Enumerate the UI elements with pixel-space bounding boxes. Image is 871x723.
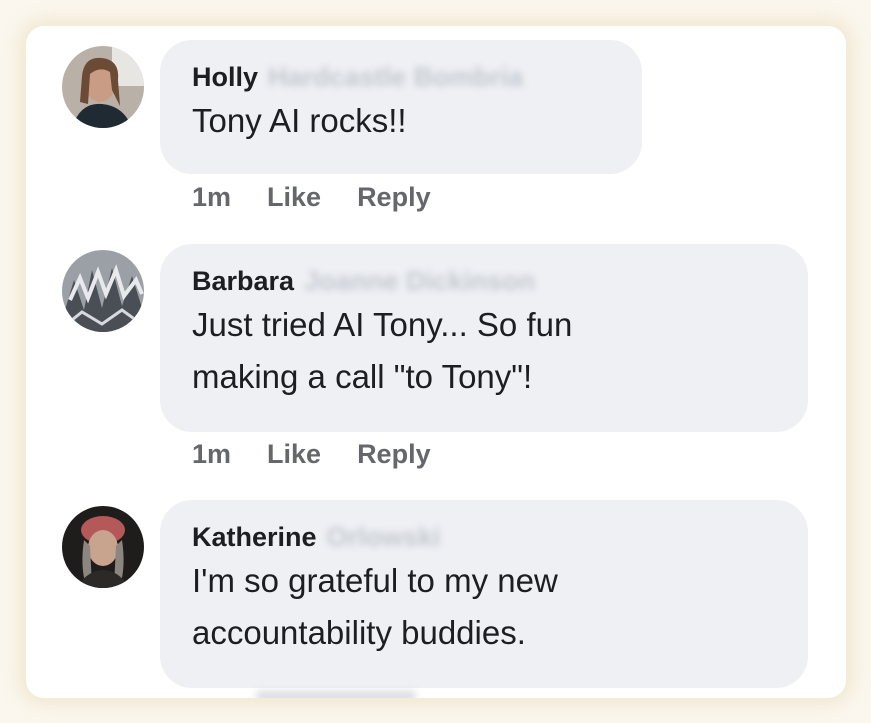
author-last-name-blurred: Orlowski [326,522,441,552]
avatar[interactable] [62,506,144,588]
user-photo-icon [62,250,144,332]
comment-timestamp[interactable]: 1m [192,439,231,470]
comment-author[interactable]: Katherine Orlowski [192,522,776,553]
comments-card: Holly Hardcastle Bombria Tony AI rocks!!… [26,26,846,698]
comment-text-line: I'm so grateful to my new [192,562,558,599]
comment-text-line: making a call "to Tony"! [192,358,533,395]
avatar[interactable] [62,250,144,332]
comment-text: Tony AI rocks!! [192,95,610,147]
like-button[interactable]: Like [267,182,321,213]
cut-off-content [256,691,416,698]
author-last-name-blurred: Hardcastle Bombria [268,62,524,92]
comment-timestamp[interactable]: 1m [192,182,231,213]
comment-text-line: Just tried AI Tony... So fun [192,306,573,343]
comment-author[interactable]: Barbara Joanne Dickinson [192,266,776,297]
author-first-name[interactable]: Holly [192,62,258,93]
comment-author[interactable]: Holly Hardcastle Bombria [192,62,610,93]
author-last-name-blurred: Joanne Dickinson [304,266,536,296]
comment-actions: 1m Like Reply [192,439,431,470]
reply-button[interactable]: Reply [357,182,431,213]
avatar[interactable] [62,46,144,128]
comment-bubble: Holly Hardcastle Bombria Tony AI rocks!! [160,40,642,174]
author-first-name[interactable]: Katherine [192,522,317,553]
author-first-name[interactable]: Barbara [192,266,294,297]
comment-text: Just tried AI Tony... So fun making a ca… [192,299,776,403]
reply-button[interactable]: Reply [357,439,431,470]
comment-text-line: accountability buddies. [192,614,526,651]
comment-actions: 1m Like Reply [192,182,431,213]
like-button[interactable]: Like [267,439,321,470]
user-photo-icon [62,506,144,588]
user-photo-icon [62,46,144,128]
comment-bubble: Barbara Joanne Dickinson Just tried AI T… [160,244,808,432]
comment-text: I'm so grateful to my new accountability… [192,555,776,659]
comment-bubble: Katherine Orlowski I'm so grateful to my… [160,500,808,688]
comment-text-line: Tony AI rocks!! [192,102,407,139]
